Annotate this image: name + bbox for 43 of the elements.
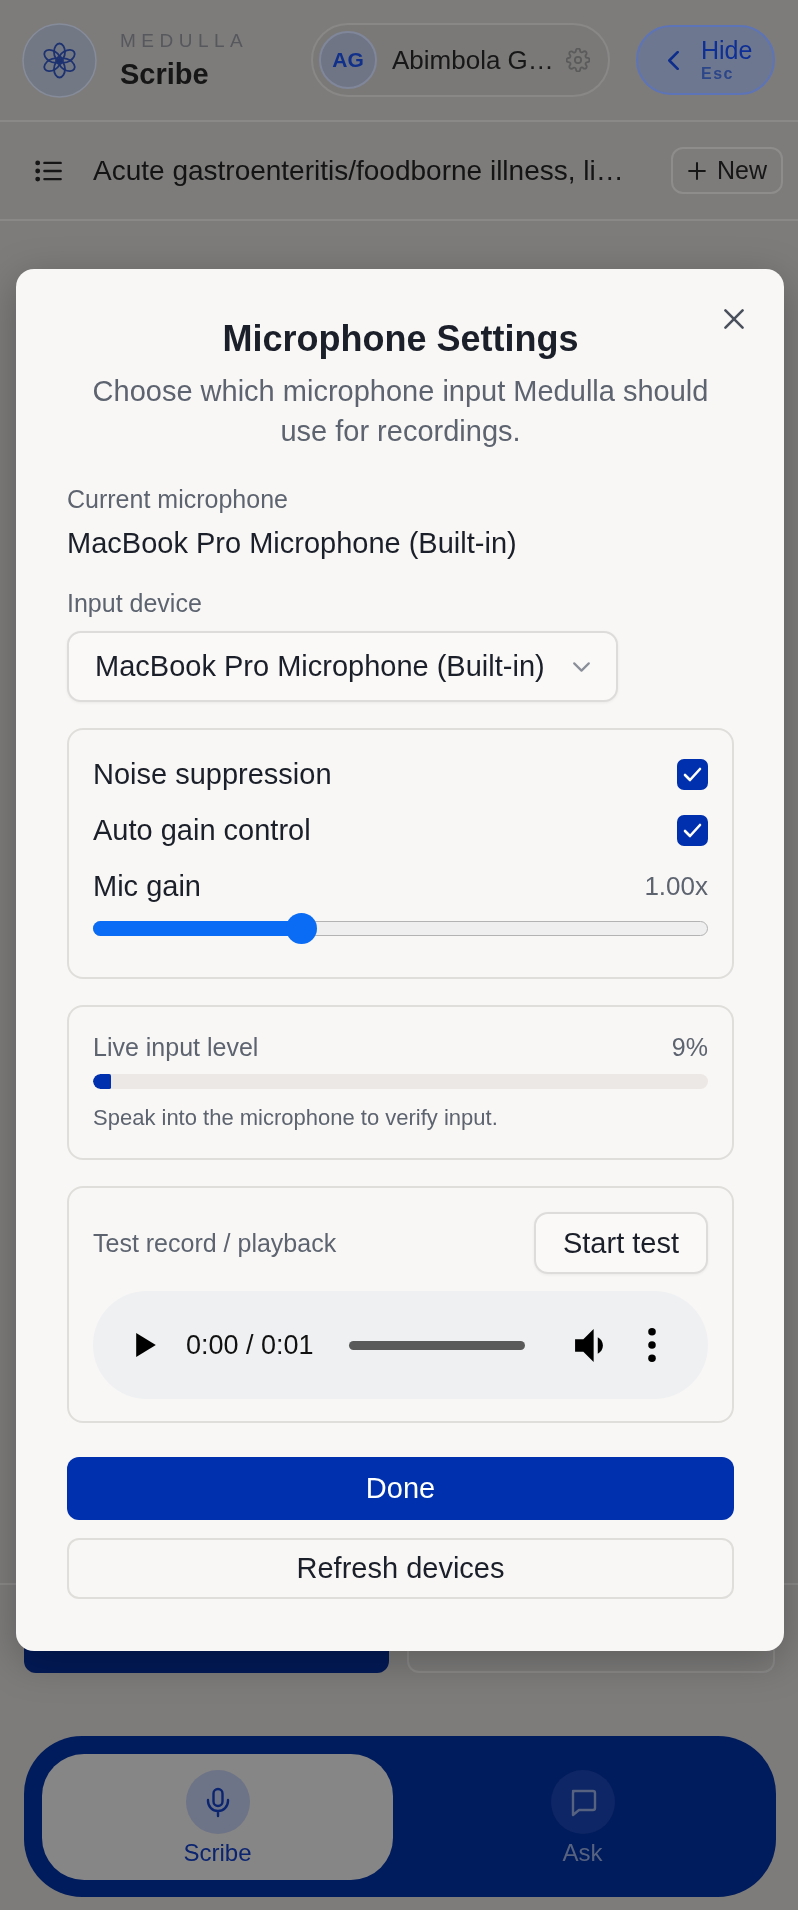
checkbox[interactable] [677, 758, 708, 790]
more-options-icon[interactable] [647, 1328, 656, 1362]
slider-thumb[interactable] [285, 913, 317, 944]
seek-bar[interactable] [348, 1340, 525, 1350]
test-label: Test record / playback [93, 1228, 337, 1258]
menu-icon[interactable] [35, 159, 62, 182]
option-label: Mic gain [93, 869, 201, 903]
user-menu[interactable]: AG Abimbola G… [311, 23, 610, 97]
user-name: Abimbola G… [392, 44, 554, 76]
close-icon[interactable] [724, 309, 744, 329]
plus-icon [688, 161, 706, 180]
chevron-down-icon [573, 661, 590, 672]
new-button[interactable]: New [671, 147, 783, 194]
avatar: AG [319, 31, 377, 89]
chevron-left-icon [668, 50, 679, 70]
live-level-reading: 9% [671, 1032, 708, 1062]
chat-bubble-icon [550, 1770, 615, 1834]
option-label: Noise suppression [93, 757, 332, 791]
dialog-title: Microphone Settings [221, 317, 580, 361]
input-device-label: Input device [67, 588, 203, 618]
note-title: Acute gastroenteritis/foodborne illness, li… [93, 154, 624, 187]
nav-tab[interactable]: Ask [407, 1754, 758, 1880]
current-microphone-label: Current microphone [67, 484, 289, 514]
live-level-label: Live input level [93, 1032, 259, 1062]
live-level-hint: Speak into the microphone to verify input. [93, 1104, 499, 1132]
current-microphone-name: MacBook Pro Microphone (Built-in) [67, 526, 518, 561]
gain-reading: 1.00x [644, 870, 708, 902]
logo-icon [22, 22, 97, 98]
nav-tab[interactable]: Scribe [42, 1754, 393, 1880]
refresh-button[interactable]: Refresh devices [67, 1538, 734, 1599]
gain-slider[interactable] [93, 913, 708, 944]
input-device-select[interactable]: MacBook Pro Microphone (Built-in) [67, 631, 618, 702]
done-button[interactable]: Done [67, 1457, 734, 1520]
option-label: Auto gain control [93, 813, 311, 847]
start-test-button[interactable]: Start test [534, 1212, 708, 1274]
playback-time: 0:00 / 0:01 [186, 1329, 314, 1361]
checkbox[interactable] [677, 814, 708, 846]
brand-name: Scribe [120, 57, 210, 91]
play-icon[interactable] [136, 1333, 156, 1357]
hide-button[interactable]: Hide Esc [636, 25, 775, 95]
dialog-description: Choose which microphone input Medulla should use for recordings. [91, 374, 710, 449]
microphone-icon [185, 1770, 250, 1834]
volume-icon[interactable] [574, 1328, 603, 1362]
